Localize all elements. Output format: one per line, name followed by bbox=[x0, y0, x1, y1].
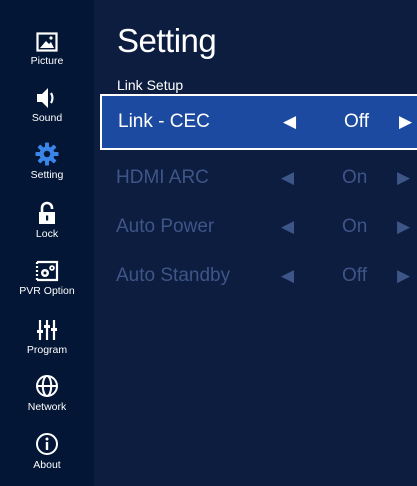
sidebar-item-label: Sound bbox=[31, 112, 63, 124]
option-label: Auto Power bbox=[116, 216, 215, 237]
section-subtitle: Link Setup bbox=[117, 77, 184, 93]
globe-icon bbox=[35, 366, 59, 398]
picture-icon bbox=[36, 20, 58, 52]
option-value: Off bbox=[342, 265, 367, 286]
left-arrow-icon: ◀ bbox=[281, 266, 295, 285]
option-value: On bbox=[342, 167, 368, 188]
right-arrow-icon: ▶ bbox=[397, 266, 411, 285]
speaker-icon bbox=[35, 77, 59, 109]
sidebar-menu: Picture Sound Setting Lock PVR Option Pr… bbox=[0, 0, 94, 486]
option-value: Off bbox=[344, 111, 369, 132]
right-arrow-icon[interactable]: ▶ bbox=[399, 112, 412, 132]
option-row-hdmi-arc: HDMI ARC ◀ On ▶ bbox=[100, 150, 417, 206]
option-value: On bbox=[342, 216, 368, 237]
sidebar-item-network[interactable]: Network bbox=[0, 366, 94, 422]
sidebar-item-label: Lock bbox=[35, 228, 59, 240]
option-row-link-cec[interactable]: Link - CEC ◀ Off ▶ bbox=[100, 94, 417, 150]
pvr-icon bbox=[34, 250, 60, 282]
sidebar-item-label: Program bbox=[26, 344, 68, 356]
sidebar-item-label: Setting bbox=[30, 169, 64, 181]
sidebar-item-label: PVR Option bbox=[19, 285, 75, 297]
page-title: Setting bbox=[117, 22, 217, 59]
sidebar-item-setting[interactable]: Setting bbox=[0, 134, 94, 190]
sidebar-item-label: Network bbox=[27, 401, 67, 413]
sidebar-item-about[interactable]: About bbox=[0, 424, 94, 480]
left-arrow-icon: ◀ bbox=[281, 168, 295, 187]
gear-icon bbox=[35, 134, 59, 166]
left-arrow-icon[interactable]: ◀ bbox=[283, 112, 296, 132]
sidebar-item-program[interactable]: Program bbox=[0, 309, 94, 365]
option-label: Link - CEC bbox=[118, 111, 210, 132]
left-arrow-icon: ◀ bbox=[281, 217, 295, 236]
sidebar-item-lock[interactable]: Lock bbox=[0, 193, 94, 249]
right-arrow-icon: ▶ bbox=[397, 217, 411, 236]
sidebar-item-label: Picture bbox=[30, 55, 64, 67]
option-label: HDMI ARC bbox=[116, 167, 209, 188]
sidebar-item-pvr-option[interactable]: PVR Option bbox=[0, 250, 94, 306]
sidebar-item-picture[interactable]: Picture bbox=[0, 20, 94, 76]
option-label: Auto Standby bbox=[116, 265, 231, 286]
sidebar-item-sound[interactable]: Sound bbox=[0, 77, 94, 133]
settings-panel: Setting Link Setup Link - CEC ◀ Off ▶ HD… bbox=[94, 0, 417, 486]
lock-icon bbox=[38, 193, 56, 225]
sidebar-item-label: About bbox=[33, 459, 61, 471]
right-arrow-icon: ▶ bbox=[397, 168, 411, 187]
equalizer-icon bbox=[37, 309, 57, 341]
info-icon bbox=[35, 424, 59, 456]
option-row-auto-standby: Auto Standby ◀ Off ▶ bbox=[100, 248, 417, 304]
option-row-auto-power: Auto Power ◀ On ▶ bbox=[100, 199, 417, 255]
